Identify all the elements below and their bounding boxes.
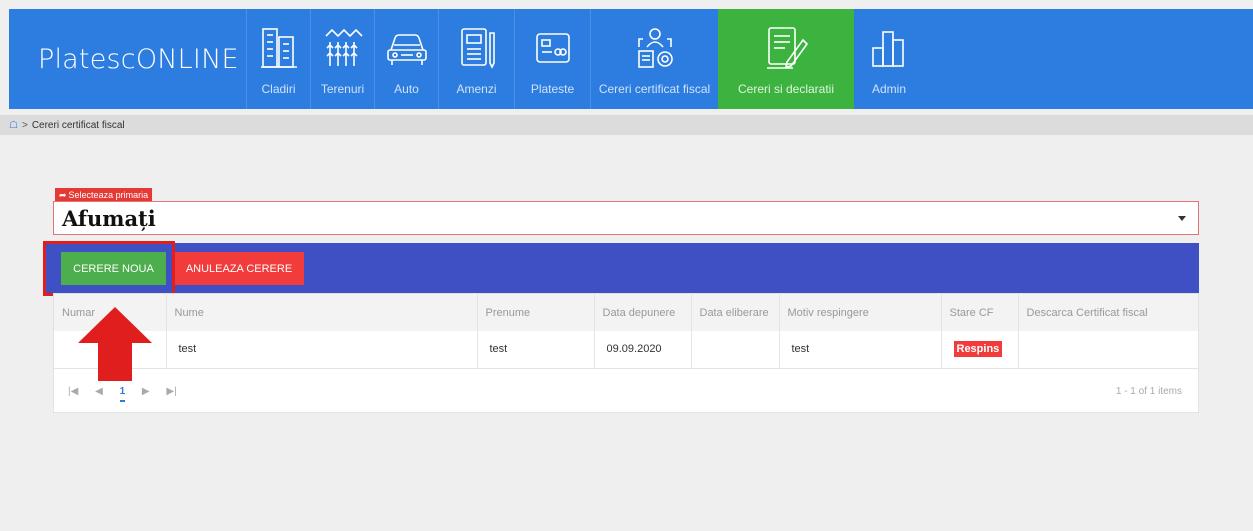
- nav-label: Amenzi: [456, 82, 497, 96]
- brand-logo[interactable]: PlatescONLINE: [9, 9, 246, 109]
- cancel-request-button[interactable]: ANULEAZA CERERE: [174, 252, 304, 285]
- last-page-icon[interactable]: ▶|: [166, 386, 176, 397]
- credit-card-icon: [534, 22, 572, 74]
- nav-label: Cereri certificat fiscal: [598, 82, 711, 96]
- breadcrumb-separator: >: [21, 119, 28, 131]
- municipality-value: Afumați: [62, 205, 156, 231]
- admin-chart-icon: [869, 22, 909, 74]
- certificate-request-icon: [633, 22, 677, 74]
- column-header-descarca[interactable]: Descarca Certificat fiscal: [1017, 294, 1198, 331]
- nav-label: Auto: [394, 82, 419, 96]
- nav-label: Terenuri: [320, 82, 365, 96]
- nav-item-cereri-si-declaratii[interactable]: Cereri si declaratii: [718, 9, 854, 109]
- chevron-down-icon[interactable]: [1178, 215, 1186, 221]
- table-header-row: Numar Nume Prenume Data depunere Data el…: [54, 294, 1198, 331]
- cell-nume: test: [165, 331, 477, 369]
- top-navigation: PlatescONLINE Cladiri Terenuri Auto Amen…: [9, 9, 1253, 109]
- cell-prenume: test: [476, 331, 594, 369]
- action-bar: CERERE NOUA ANULEAZA CERERE: [43, 243, 1199, 293]
- nav-label: Admin: [871, 82, 906, 96]
- up-arrow-icon: [78, 307, 152, 381]
- requests-grid: Numar Nume Prenume Data depunere Data el…: [53, 293, 1199, 413]
- pager-controls: |◀ ◀ 1 ▶ ▶|: [68, 385, 191, 402]
- municipality-select[interactable]: Afumați: [53, 201, 1199, 235]
- column-header-data-depunere[interactable]: Data depunere: [593, 294, 691, 331]
- nav-label: Cereri si declaratii: [737, 82, 835, 96]
- cell-motiv: test: [778, 331, 941, 369]
- table-row[interactable]: test test 09.09.2020 test Respins: [54, 331, 1198, 369]
- pager-summary: 1 - 1 of 1 items: [1115, 385, 1182, 397]
- nav-item-auto[interactable]: Auto: [374, 9, 438, 109]
- fine-document-icon: [458, 22, 496, 74]
- nav-item-cereri-certificat-fiscal[interactable]: Cereri certificat fiscal: [590, 9, 718, 109]
- cell-stare: Respins: [940, 331, 1018, 369]
- breadcrumb-current: Cereri certificat fiscal: [31, 119, 125, 131]
- nav-item-amenzi[interactable]: Amenzi: [438, 9, 514, 109]
- nav-item-cladiri[interactable]: Cladiri: [246, 9, 310, 109]
- cell-descarca: [1017, 331, 1198, 369]
- column-header-motiv-respingere[interactable]: Motiv respingere: [778, 294, 941, 331]
- select-label-text: Selecteaza primaria: [68, 190, 149, 200]
- declaration-edit-icon: [763, 22, 809, 74]
- column-header-nume[interactable]: Nume: [165, 294, 477, 331]
- nav-item-admin[interactable]: Admin: [854, 9, 924, 109]
- page-number[interactable]: 1: [119, 385, 126, 402]
- next-page-icon[interactable]: ▶: [142, 386, 150, 397]
- prev-page-icon[interactable]: ◀: [95, 386, 103, 397]
- breadcrumb: ☖ > Cereri certificat fiscal: [0, 115, 1253, 135]
- first-page-icon[interactable]: |◀: [68, 386, 78, 397]
- nav-label: Cladiri: [261, 82, 296, 96]
- cell-data-depunere: 09.09.2020: [593, 331, 691, 369]
- column-header-stare-cf[interactable]: Stare CF: [940, 294, 1018, 331]
- pager: |◀ ◀ 1 ▶ ▶| 1 - 1 of 1 items: [54, 370, 1198, 412]
- requests-table: Numar Nume Prenume Data depunere Data el…: [54, 294, 1198, 369]
- cell-data-eliberare: [690, 331, 779, 369]
- column-header-data-eliberare[interactable]: Data eliberare: [690, 294, 779, 331]
- land-icon: [322, 22, 364, 74]
- nav-item-plateste[interactable]: Plateste: [514, 9, 590, 109]
- home-icon[interactable]: ☖: [9, 120, 18, 131]
- select-municipality-label: ➦ Selecteaza primaria: [55, 188, 153, 201]
- column-header-prenume[interactable]: Prenume: [476, 294, 594, 331]
- new-request-button[interactable]: CERERE NOUA: [61, 252, 166, 285]
- car-icon: [385, 22, 429, 74]
- nav-item-terenuri[interactable]: Terenuri: [310, 9, 374, 109]
- buildings-icon: [259, 22, 299, 74]
- share-icon: ➦: [59, 189, 67, 200]
- nav-label: Plateste: [530, 82, 575, 96]
- status-badge: Respins: [953, 341, 1003, 358]
